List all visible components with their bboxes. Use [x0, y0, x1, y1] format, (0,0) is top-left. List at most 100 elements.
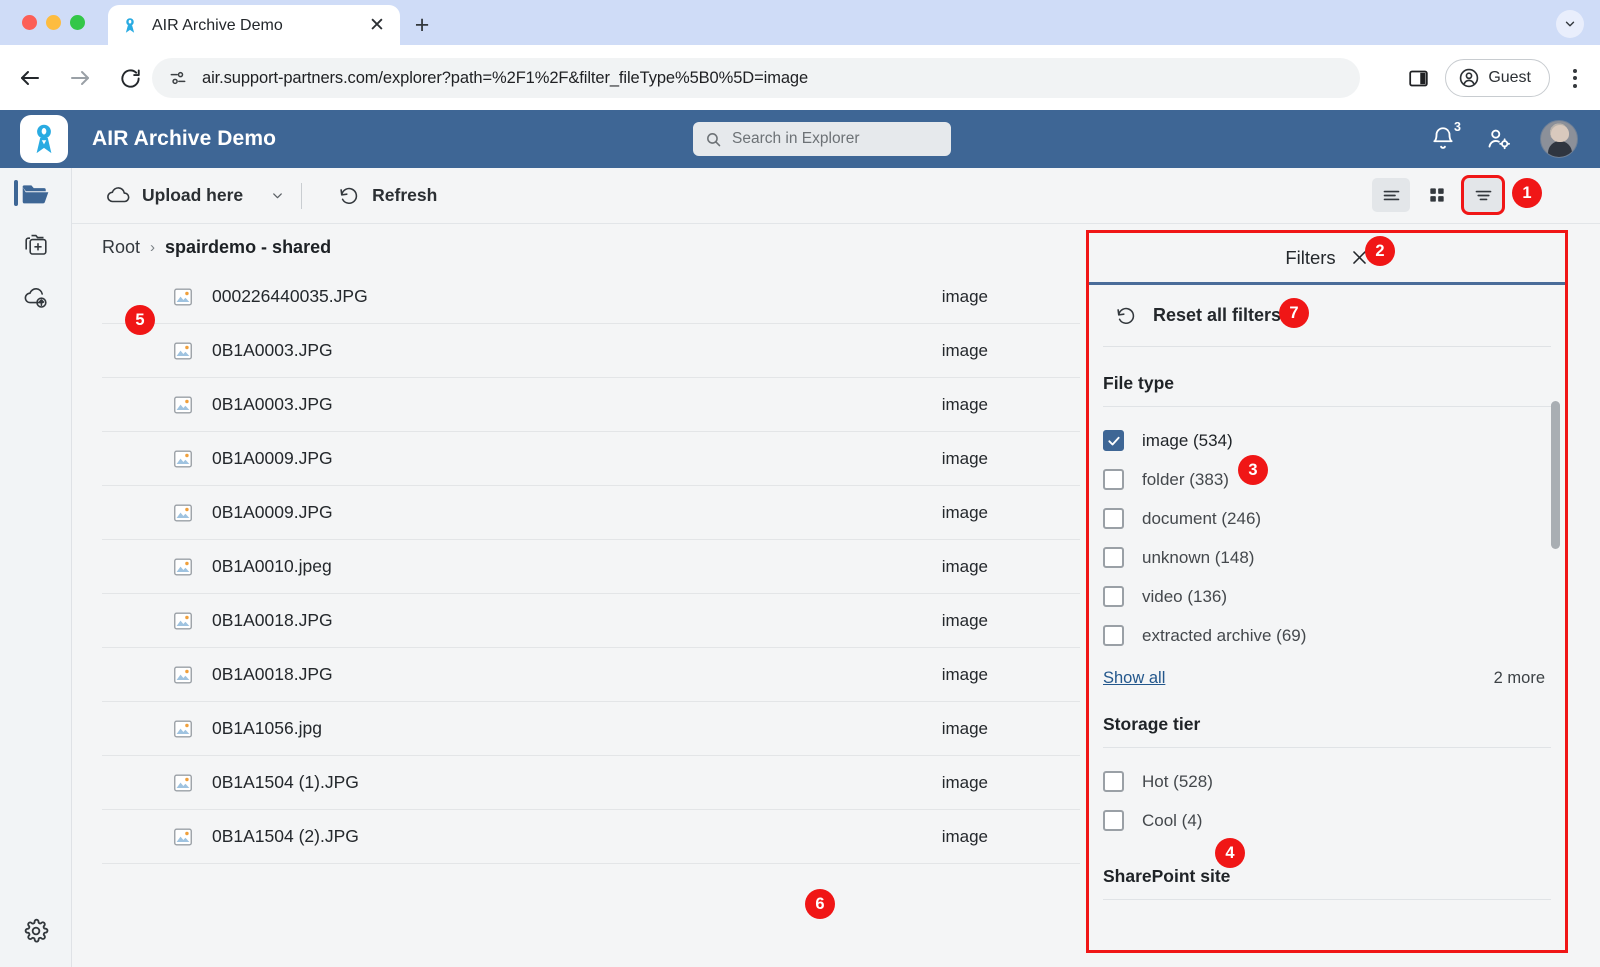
tab-strip: AIR Archive Demo ✕ + — [0, 0, 1600, 46]
filter-option[interactable]: Hot (528) — [1089, 762, 1565, 801]
annotation-badge-6: 6 — [805, 889, 835, 919]
file-row[interactable]: 0B1A0003.JPG image — [102, 324, 1080, 378]
tab-close-button[interactable]: ✕ — [366, 15, 388, 37]
file-name: 0B1A1504 (1).JPG — [212, 772, 359, 792]
left-rail — [0, 168, 72, 967]
window-minimize-button[interactable] — [46, 15, 61, 30]
filter-option-label: video (136) — [1142, 586, 1228, 606]
file-row[interactable]: 0B1A0018.JPG image — [102, 648, 1080, 702]
file-name: 0B1A1504 (2).JPG — [212, 826, 359, 846]
sidebar-item-explorer[interactable] — [0, 168, 72, 220]
sidebar-item-cloud-upload[interactable] — [0, 272, 72, 324]
filters-scrollbar[interactable] — [1551, 401, 1560, 549]
filter-option-label: Hot (528) — [1142, 771, 1213, 791]
tab-search-button[interactable] — [1556, 10, 1584, 38]
file-name: 0B1A0018.JPG — [212, 664, 333, 684]
reset-all-filters-label: Reset all filters — [1153, 305, 1282, 325]
side-panel-icon[interactable] — [1401, 61, 1435, 95]
filter-option[interactable]: extracted archive (69) — [1089, 616, 1565, 655]
site-settings-icon[interactable] — [168, 68, 188, 88]
window-maximize-button[interactable] — [70, 15, 85, 30]
cloud-icon — [106, 186, 130, 206]
user-settings-icon[interactable] — [1486, 126, 1512, 152]
filter-option[interactable]: document (246) — [1089, 499, 1565, 538]
refresh-button[interactable]: Refresh — [328, 179, 447, 213]
window-traffic-lights[interactable] — [22, 15, 85, 30]
file-type: image — [941, 556, 988, 576]
reset-all-filters-button[interactable]: Reset all filters — [1103, 285, 1551, 347]
image-file-icon — [172, 772, 194, 794]
three-dot-menu-icon[interactable] — [1560, 61, 1590, 95]
filter-checkbox[interactable] — [1103, 430, 1124, 451]
filter-option[interactable]: video (136) — [1089, 577, 1565, 616]
file-list-panel: Root › spairdemo - shared 000226440035.J… — [72, 224, 1088, 967]
upload-options-caret[interactable] — [263, 181, 291, 211]
more-count-label: 2 more — [1493, 669, 1545, 687]
breadcrumb-root[interactable]: Root — [102, 237, 140, 258]
file-name: 0B1A0009.JPG — [212, 502, 333, 522]
filter-checkbox[interactable] — [1103, 469, 1124, 490]
filter-option[interactable]: unknown (148) — [1089, 538, 1565, 577]
annotation-badge-3: 3 — [1238, 455, 1268, 485]
user-avatar[interactable] — [1540, 120, 1578, 158]
file-row[interactable]: 0B1A0009.JPG image — [102, 486, 1080, 540]
toolbar-divider — [301, 182, 303, 209]
sidebar-item-new-collection[interactable] — [0, 220, 72, 272]
image-file-icon — [172, 664, 194, 686]
file-type: image — [941, 718, 988, 738]
file-row[interactable]: 0B1A0010.jpeg image — [102, 540, 1080, 594]
filter-option[interactable]: Cool (4) — [1089, 801, 1565, 840]
filter-checkbox[interactable] — [1103, 586, 1124, 607]
file-row[interactable]: 0B1A1056.jpg image — [102, 702, 1080, 756]
address-bar-url: air.support-partners.com/explorer?path=%… — [202, 68, 809, 87]
back-arrow-icon[interactable] — [12, 60, 48, 96]
upload-here-button[interactable]: Upload here — [96, 179, 253, 213]
upload-here-label: Upload here — [142, 185, 244, 205]
filter-toggle-button[interactable] — [1461, 175, 1505, 215]
filter-checkbox[interactable] — [1103, 508, 1124, 529]
search-placeholder: Search in Explorer — [732, 130, 860, 147]
file-row[interactable]: 0B1A1504 (1).JPG image — [102, 756, 1080, 810]
file-row[interactable]: 0B1A0009.JPG image — [102, 432, 1080, 486]
app-title: AIR Archive Demo — [92, 127, 277, 150]
new-tab-button[interactable]: + — [408, 11, 436, 39]
forward-arrow-icon[interactable] — [62, 60, 98, 96]
filter-checkbox[interactable] — [1103, 810, 1124, 831]
reload-icon[interactable] — [112, 60, 148, 96]
filters-panel: Filters Reset all filters File type image… — [1086, 230, 1568, 953]
notifications-button[interactable]: 3 — [1430, 117, 1467, 153]
list-view-icon[interactable] — [1372, 178, 1410, 212]
file-name: 0B1A1056.jpg — [212, 718, 322, 738]
address-bar[interactable]: air.support-partners.com/explorer?path=%… — [152, 58, 1360, 98]
window-close-button[interactable] — [22, 15, 37, 30]
annotation-badge-7: 7 — [1279, 298, 1309, 328]
profile-button[interactable]: Guest — [1445, 59, 1550, 97]
filter-section-divider — [1103, 899, 1551, 900]
filter-option-label: image (534) — [1142, 430, 1233, 450]
filter-checkbox[interactable] — [1103, 771, 1124, 792]
filter-option[interactable]: folder (383) — [1089, 460, 1565, 499]
file-row[interactable]: 0B1A0003.JPG image — [102, 378, 1080, 432]
refresh-label: Refresh — [372, 185, 438, 205]
grid-view-icon[interactable] — [1418, 178, 1456, 212]
image-file-icon — [172, 718, 194, 740]
file-row[interactable]: 0B1A1504 (2).JPG image — [102, 810, 1080, 864]
add-folder-icon — [22, 233, 50, 259]
filter-checkbox[interactable] — [1103, 547, 1124, 568]
show-all-link[interactable]: Show all — [1103, 669, 1165, 688]
gear-icon[interactable] — [0, 909, 72, 953]
filters-header: Filters — [1089, 233, 1565, 285]
file-name: 0B1A0010.jpeg — [212, 556, 332, 576]
browser-toolbar: air.support-partners.com/explorer?path=%… — [0, 46, 1600, 110]
annotation-badge-5: 5 — [125, 305, 155, 335]
filter-option[interactable]: image (534) — [1089, 421, 1565, 460]
filters-title: Filters — [1285, 246, 1336, 268]
file-row[interactable]: 0B1A0018.JPG image — [102, 594, 1080, 648]
filter-section-title: Storage tier — [1103, 714, 1201, 734]
search-input[interactable]: Search in Explorer — [693, 122, 951, 156]
browser-tab[interactable]: AIR Archive Demo ✕ — [108, 5, 400, 46]
filter-checkbox[interactable] — [1103, 625, 1124, 646]
notification-badge: 3 — [1448, 117, 1467, 136]
file-row[interactable]: 000226440035.JPG image — [102, 270, 1080, 324]
